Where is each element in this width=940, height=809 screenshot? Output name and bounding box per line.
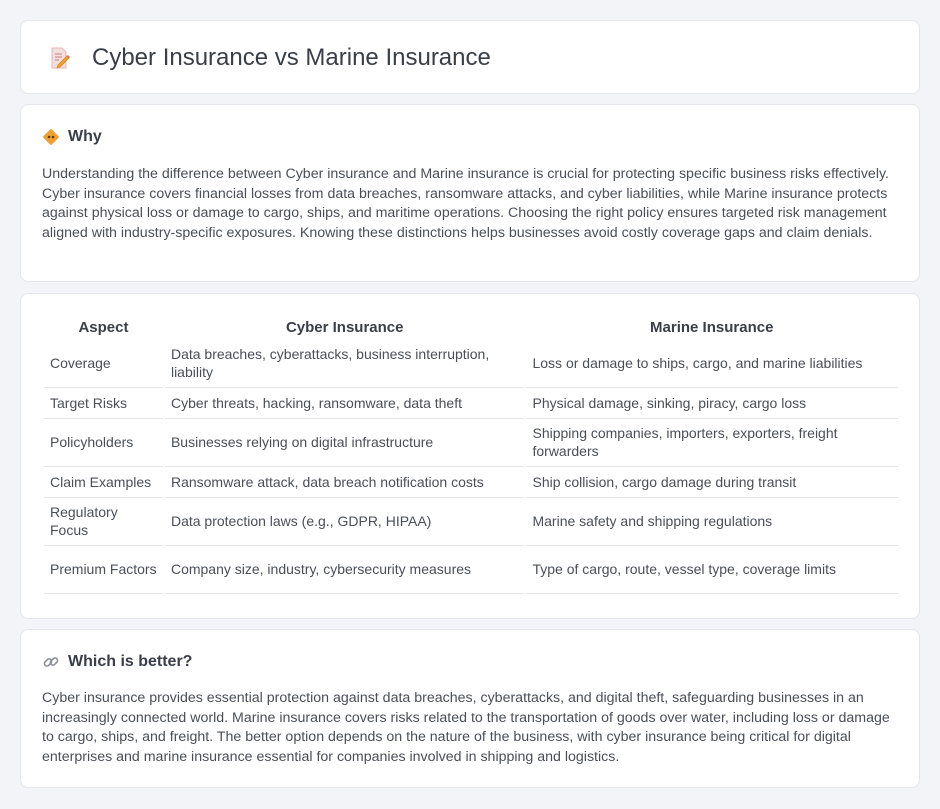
aspect-cell: Policyholders [42, 418, 164, 467]
which-is-better-section: Which is better? Cyber insurance provide… [20, 629, 920, 788]
document-pencil-icon [47, 46, 71, 70]
cyber-cell: Data breaches, cyberattacks, business in… [162, 339, 526, 388]
table-header-row: Aspect Cyber Insurance Marine Insurance [43, 315, 898, 340]
cyber-cell: Businesses relying on digital infrastruc… [162, 418, 526, 467]
marine-cell: Ship collision, cargo damage during tran… [524, 466, 898, 498]
cyber-cell: Company size, industry, cybersecurity me… [162, 545, 526, 594]
aspect-cell: Claim Examples [42, 466, 164, 498]
why-section: Why Understanding the difference between… [20, 104, 920, 282]
table-row: Coverage Data breaches, cyberattacks, bu… [42, 339, 898, 388]
better-text: Cyber insurance provides essential prote… [42, 690, 890, 765]
link-icon [42, 653, 60, 671]
table-row: Policyholders Businesses relying on digi… [42, 418, 898, 467]
cyber-cell: Data protection laws (e.g., GDPR, HIPAA) [162, 497, 526, 546]
table-row: Target Risks Cyber threats, hacking, ran… [42, 387, 898, 419]
page-title: Cyber Insurance vs Marine Insurance [92, 44, 491, 71]
aspect-cell: Target Risks [42, 387, 164, 419]
column-header-cyber: Cyber Insurance [163, 315, 526, 340]
column-header-marine: Marine Insurance [525, 315, 898, 340]
better-title: Which is better? [68, 653, 193, 670]
why-heading: Why [42, 127, 102, 147]
why-title: Why [68, 128, 102, 145]
header-card: Cyber Insurance vs Marine Insurance [20, 20, 920, 94]
marine-cell: Type of cargo, route, vessel type, cover… [524, 545, 898, 594]
aspect-cell: Coverage [42, 339, 164, 388]
cyber-cell: Ransomware attack, data breach notificat… [162, 466, 526, 498]
why-text: Understanding the difference between Cyb… [42, 166, 889, 241]
marine-cell: Marine safety and shipping regulations [524, 497, 898, 546]
comparison-table: Aspect Cyber Insurance Marine Insurance … [42, 315, 898, 594]
table-row: Claim Examples Ransomware attack, data b… [42, 466, 898, 498]
better-heading: Which is better? [42, 652, 192, 672]
marine-cell: Physical damage, sinking, piracy, cargo … [524, 387, 898, 419]
table-row: Regulatory Focus Data protection laws (e… [42, 497, 898, 546]
aspect-cell: Premium Factors [42, 545, 164, 594]
column-header-aspect: Aspect [43, 315, 164, 340]
comparison-table-card: Aspect Cyber Insurance Marine Insurance … [20, 293, 920, 619]
marine-cell: Shipping companies, importers, exporters… [524, 418, 898, 467]
diamond-sign-icon [42, 128, 60, 146]
marine-cell: Loss or damage to ships, cargo, and mari… [524, 339, 898, 388]
aspect-cell: Regulatory Focus [42, 497, 164, 546]
table-row: Premium Factors Company size, industry, … [42, 545, 898, 594]
cyber-cell: Cyber threats, hacking, ransomware, data… [162, 387, 526, 419]
